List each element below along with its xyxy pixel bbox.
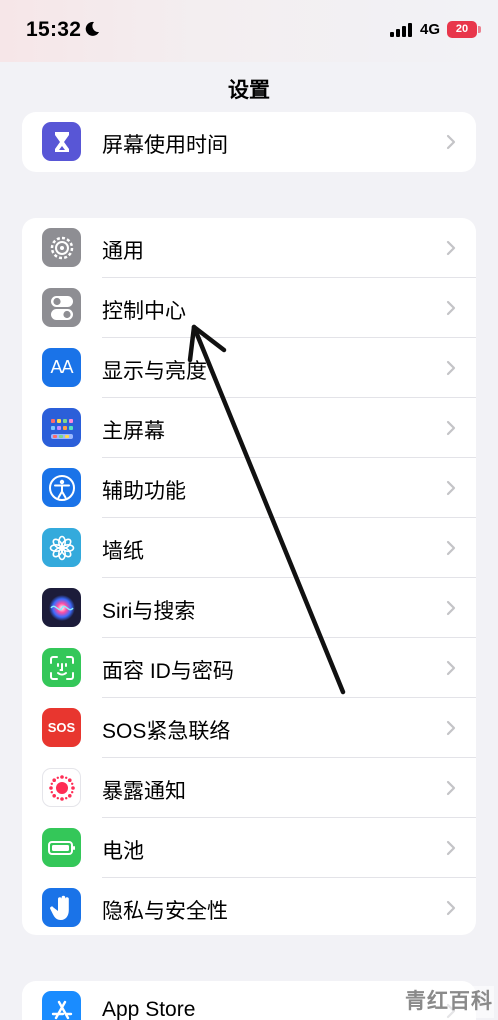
settings-row-label: 控制中心 [102,300,186,323]
settings-row-label: Siri与搜索 [102,600,196,623]
chevron-right-icon [446,720,456,736]
chevron-right-icon [446,134,456,150]
settings-row-label: SOS紧急联络 [102,720,231,743]
chevron-right-icon [446,780,456,796]
settings-row-battery[interactable]: 电池 [22,818,476,878]
battery-cap [478,26,481,33]
moon-icon [85,21,99,36]
face-id-icon [42,648,81,687]
chevron-right-icon [446,540,456,556]
gear-icon [42,228,81,267]
page-title: 设置 [228,79,270,102]
settings-row-label: 辅助功能 [102,480,186,503]
settings-row-label: 墙纸 [102,540,144,563]
settings-row-display[interactable]: AA 显示与亮度 [22,338,476,398]
settings-row-siri[interactable]: Siri与搜索 [22,578,476,638]
sos-icon: SOS [42,708,81,747]
chevron-right-icon [446,600,456,616]
settings-group-main: 通用 控制中心 AA 显示与亮度 主屏幕 辅助功能 墙纸 Siri与搜索 面容 … [22,218,476,935]
settings-row-accessibility[interactable]: 辅助功能 [22,458,476,518]
sos-glyph: SOS [47,720,76,735]
settings-row-label: 通用 [102,240,144,263]
settings-row-control-center[interactable]: 控制中心 [22,278,476,338]
app-store-icon [42,991,81,1020]
exposure-icon [42,768,81,807]
settings-row-sos[interactable]: SOS SOS紧急联络 [22,698,476,758]
chevron-right-icon [446,660,456,676]
network-label: 4G [420,21,441,38]
battery-icon: 20 [447,21,477,38]
chevron-right-icon [446,420,456,436]
chevron-right-icon [446,480,456,496]
home-grid-icon [42,408,81,447]
accessibility-icon [42,468,81,507]
signal-icon [390,23,412,37]
settings-row-home-screen[interactable]: 主屏幕 [22,398,476,458]
settings-row-label: 隐私与安全性 [102,900,228,923]
chevron-right-icon [446,240,456,256]
siri-icon [42,588,81,627]
settings-row-label: 面容 ID与密码 [102,660,234,683]
settings-row-general[interactable]: 通用 [22,218,476,278]
toggle-icon [42,288,81,327]
settings-row-label: 电池 [102,840,144,863]
settings-row-face-id[interactable]: 面容 ID与密码 [22,638,476,698]
watermark: 青红百科 [404,986,494,1018]
flower-icon [42,528,81,567]
chevron-right-icon [446,840,456,856]
status-bar: 15:32 4G 20 [0,0,498,62]
settings-row-privacy[interactable]: 隐私与安全性 [22,878,476,935]
settings-row-wallpaper[interactable]: 墙纸 [22,518,476,578]
settings-row-label: App Store [102,998,196,1020]
settings-row-exposure[interactable]: 暴露通知 [22,758,476,818]
battery-icon [42,828,81,867]
hand-icon [42,888,81,927]
settings-row-label: 屏幕使用时间 [102,134,228,157]
settings-group-screen-time: 屏幕使用时间 [22,112,476,172]
chevron-right-icon [446,900,456,916]
settings-row-screen-time[interactable]: 屏幕使用时间 [22,112,476,172]
text-size-glyph: AA [50,357,73,377]
chevron-right-icon [446,360,456,376]
text-size-icon: AA [42,348,81,387]
hourglass-icon [42,122,81,161]
status-time: 15:32 [26,18,82,41]
settings-row-label: 主屏幕 [102,420,165,443]
settings-row-label: 显示与亮度 [102,360,207,383]
settings-row-label: 暴露通知 [102,780,186,803]
chevron-right-icon [446,300,456,316]
